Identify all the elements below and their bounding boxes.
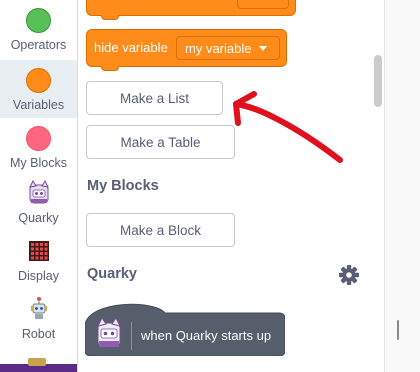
category-my-blocks[interactable]: My Blocks xyxy=(0,118,77,176)
category-variables[interactable]: Variables xyxy=(0,60,77,118)
variable-dropdown[interactable]: my variable xyxy=(176,36,280,60)
category-label: Robot xyxy=(21,327,56,341)
category-label: Display xyxy=(18,269,59,283)
dropdown-caret-icon xyxy=(259,45,268,51)
variable-block-partial[interactable] xyxy=(86,0,296,16)
hide-variable-label: hide variable xyxy=(94,40,168,55)
hat-block-divider xyxy=(131,322,132,350)
extension-strip[interactable] xyxy=(0,358,77,372)
category-label: My Blocks xyxy=(10,156,67,170)
my-blocks-section-title: My Blocks xyxy=(87,178,159,194)
category-operators[interactable]: Operators xyxy=(0,0,77,58)
quarky-block-icon xyxy=(97,317,121,348)
variables-dot-icon xyxy=(26,68,51,93)
block-notch xyxy=(101,15,119,20)
variable-dropdown-value: my variable xyxy=(185,40,252,56)
script-workspace[interactable] xyxy=(384,0,420,372)
hide-variable-block[interactable]: hide variable my variable xyxy=(86,29,287,67)
make-table-button[interactable]: Make a Table xyxy=(86,125,235,159)
make-list-button[interactable]: Make a List xyxy=(86,81,223,115)
make-block-button[interactable]: Make a Block xyxy=(86,213,235,247)
palette-scrollbar-thumb[interactable] xyxy=(374,55,382,107)
robot-icon xyxy=(30,297,47,319)
operators-dot-icon xyxy=(26,8,51,33)
gear-icon[interactable] xyxy=(338,264,360,286)
extension-tab-icon xyxy=(28,358,46,366)
category-display[interactable]: Display xyxy=(0,234,77,292)
category-label: Quarky xyxy=(18,211,59,225)
hat-block-label: when Quarky starts up xyxy=(141,328,272,343)
block-dropdown-partial[interactable] xyxy=(237,0,289,9)
when-quarky-starts-hat-block[interactable]: when Quarky starts up xyxy=(85,298,285,356)
quarky-icon xyxy=(28,180,49,204)
my-blocks-dot-icon xyxy=(26,126,51,151)
category-label: Variables xyxy=(12,98,65,112)
workspace-resize-handle[interactable] xyxy=(397,320,399,340)
category-robot[interactable]: Robot xyxy=(0,292,77,350)
quarky-section-title: Quarky xyxy=(87,266,137,282)
display-grid-icon xyxy=(28,241,49,261)
block-notch xyxy=(101,66,119,71)
category-sidebar: Operators Variables My Blocks Quarky Dis… xyxy=(0,0,78,372)
category-quarky[interactable]: Quarky xyxy=(0,176,77,234)
category-label: Operators xyxy=(10,38,67,52)
